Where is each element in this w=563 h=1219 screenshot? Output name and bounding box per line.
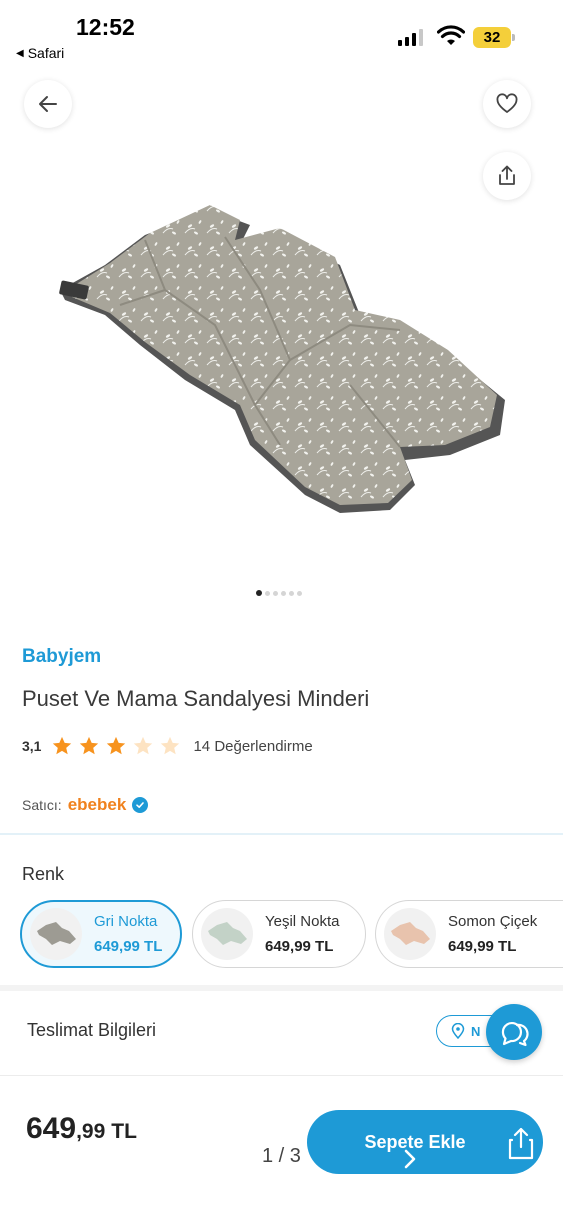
star-empty-icon	[134, 736, 153, 755]
share-icon	[499, 165, 515, 185]
section-divider	[0, 833, 563, 835]
gallery-dot[interactable]	[297, 590, 302, 596]
favorite-button[interactable]	[483, 80, 531, 128]
share-overlay-button[interactable]	[507, 1126, 535, 1165]
cushion-shape	[59, 205, 505, 513]
gallery-dot[interactable]	[256, 590, 262, 596]
share-icon	[508, 1127, 534, 1160]
status-time: 12:52	[76, 14, 135, 40]
gallery-dot[interactable]	[273, 590, 278, 596]
star-filled-icon	[53, 736, 72, 755]
color-section-label: Renk	[22, 864, 65, 884]
variant-name: Yeşil Nokta	[265, 913, 340, 930]
gallery-dots[interactable]	[256, 590, 302, 596]
variant-thumbnail	[30, 908, 82, 960]
cellular-signal-icon	[398, 28, 423, 46]
variant-thumbnail	[384, 908, 436, 960]
price-currency: TL	[111, 1120, 137, 1143]
star-filled-icon	[107, 736, 126, 755]
verified-check-icon	[132, 797, 149, 813]
back-app-label: Safari	[27, 45, 65, 61]
back-to-safari[interactable]: ◀ Safari	[16, 45, 64, 61]
location-button-label: N	[471, 1023, 481, 1039]
wifi-icon	[436, 25, 466, 52]
status-bar: 12:52 ◀ Safari 32	[0, 0, 563, 70]
battery-icon: 32	[473, 27, 515, 48]
price-decimal: ,99	[76, 1120, 106, 1143]
chevron-right-icon	[404, 1149, 416, 1169]
price-main: 649	[26, 1112, 77, 1145]
bottom-price: 649 ,99 TL	[26, 1112, 137, 1146]
arrow-left-icon	[39, 96, 57, 112]
variant-thumbnail	[201, 908, 253, 960]
brand-link[interactable]: Babyjem	[22, 646, 101, 668]
section-divider	[0, 1075, 563, 1076]
section-divider	[0, 985, 563, 991]
page-indicator: 1 / 3	[262, 1145, 301, 1167]
seller-label: Satıcı:	[22, 797, 62, 813]
delivery-info-label[interactable]: Teslimat Bilgileri	[27, 1020, 156, 1041]
variant-name: Somon Çiçek	[448, 913, 538, 930]
review-count[interactable]: 14 Değerlendirme	[193, 738, 312, 755]
variant-price: 649,99 TL	[448, 938, 517, 955]
gallery-dot[interactable]	[281, 590, 286, 596]
heart-icon	[496, 93, 518, 113]
seller-row: Satıcı: ebebek	[22, 795, 149, 815]
back-button[interactable]	[24, 80, 72, 128]
star-filled-icon	[80, 736, 99, 755]
rating-row[interactable]: 3,1 14 Değerlendirme	[22, 735, 313, 757]
variant-price: 649,99 TL	[265, 938, 334, 955]
chat-support-button[interactable]	[486, 1004, 542, 1060]
seller-name[interactable]: ebebek	[68, 795, 127, 815]
location-pin-icon	[451, 1023, 465, 1039]
color-variant-somon-cicek[interactable]: Somon Çiçek 649,99 TL	[375, 900, 563, 968]
share-button[interactable]	[483, 152, 531, 200]
gallery-dot[interactable]	[289, 590, 294, 596]
variant-price: 649,99 TL	[94, 938, 163, 955]
back-triangle-icon: ◀	[16, 47, 24, 59]
color-variant-yesil-nokta[interactable]: Yeşil Nokta 649,99 TL	[192, 900, 366, 968]
star-empty-icon	[161, 736, 180, 755]
variant-name: Gri Nokta	[94, 913, 158, 930]
rating-value: 3,1	[22, 738, 42, 754]
chat-support-icon	[501, 1021, 529, 1047]
product-title: Puset Ve Mama Sandalyesi Minderi	[22, 686, 370, 711]
gallery-dot[interactable]	[265, 590, 270, 596]
color-variant-gri-nokta[interactable]: Gri Nokta 649,99 TL	[20, 900, 182, 968]
product-image[interactable]	[50, 195, 515, 535]
rating-stars	[51, 735, 181, 757]
